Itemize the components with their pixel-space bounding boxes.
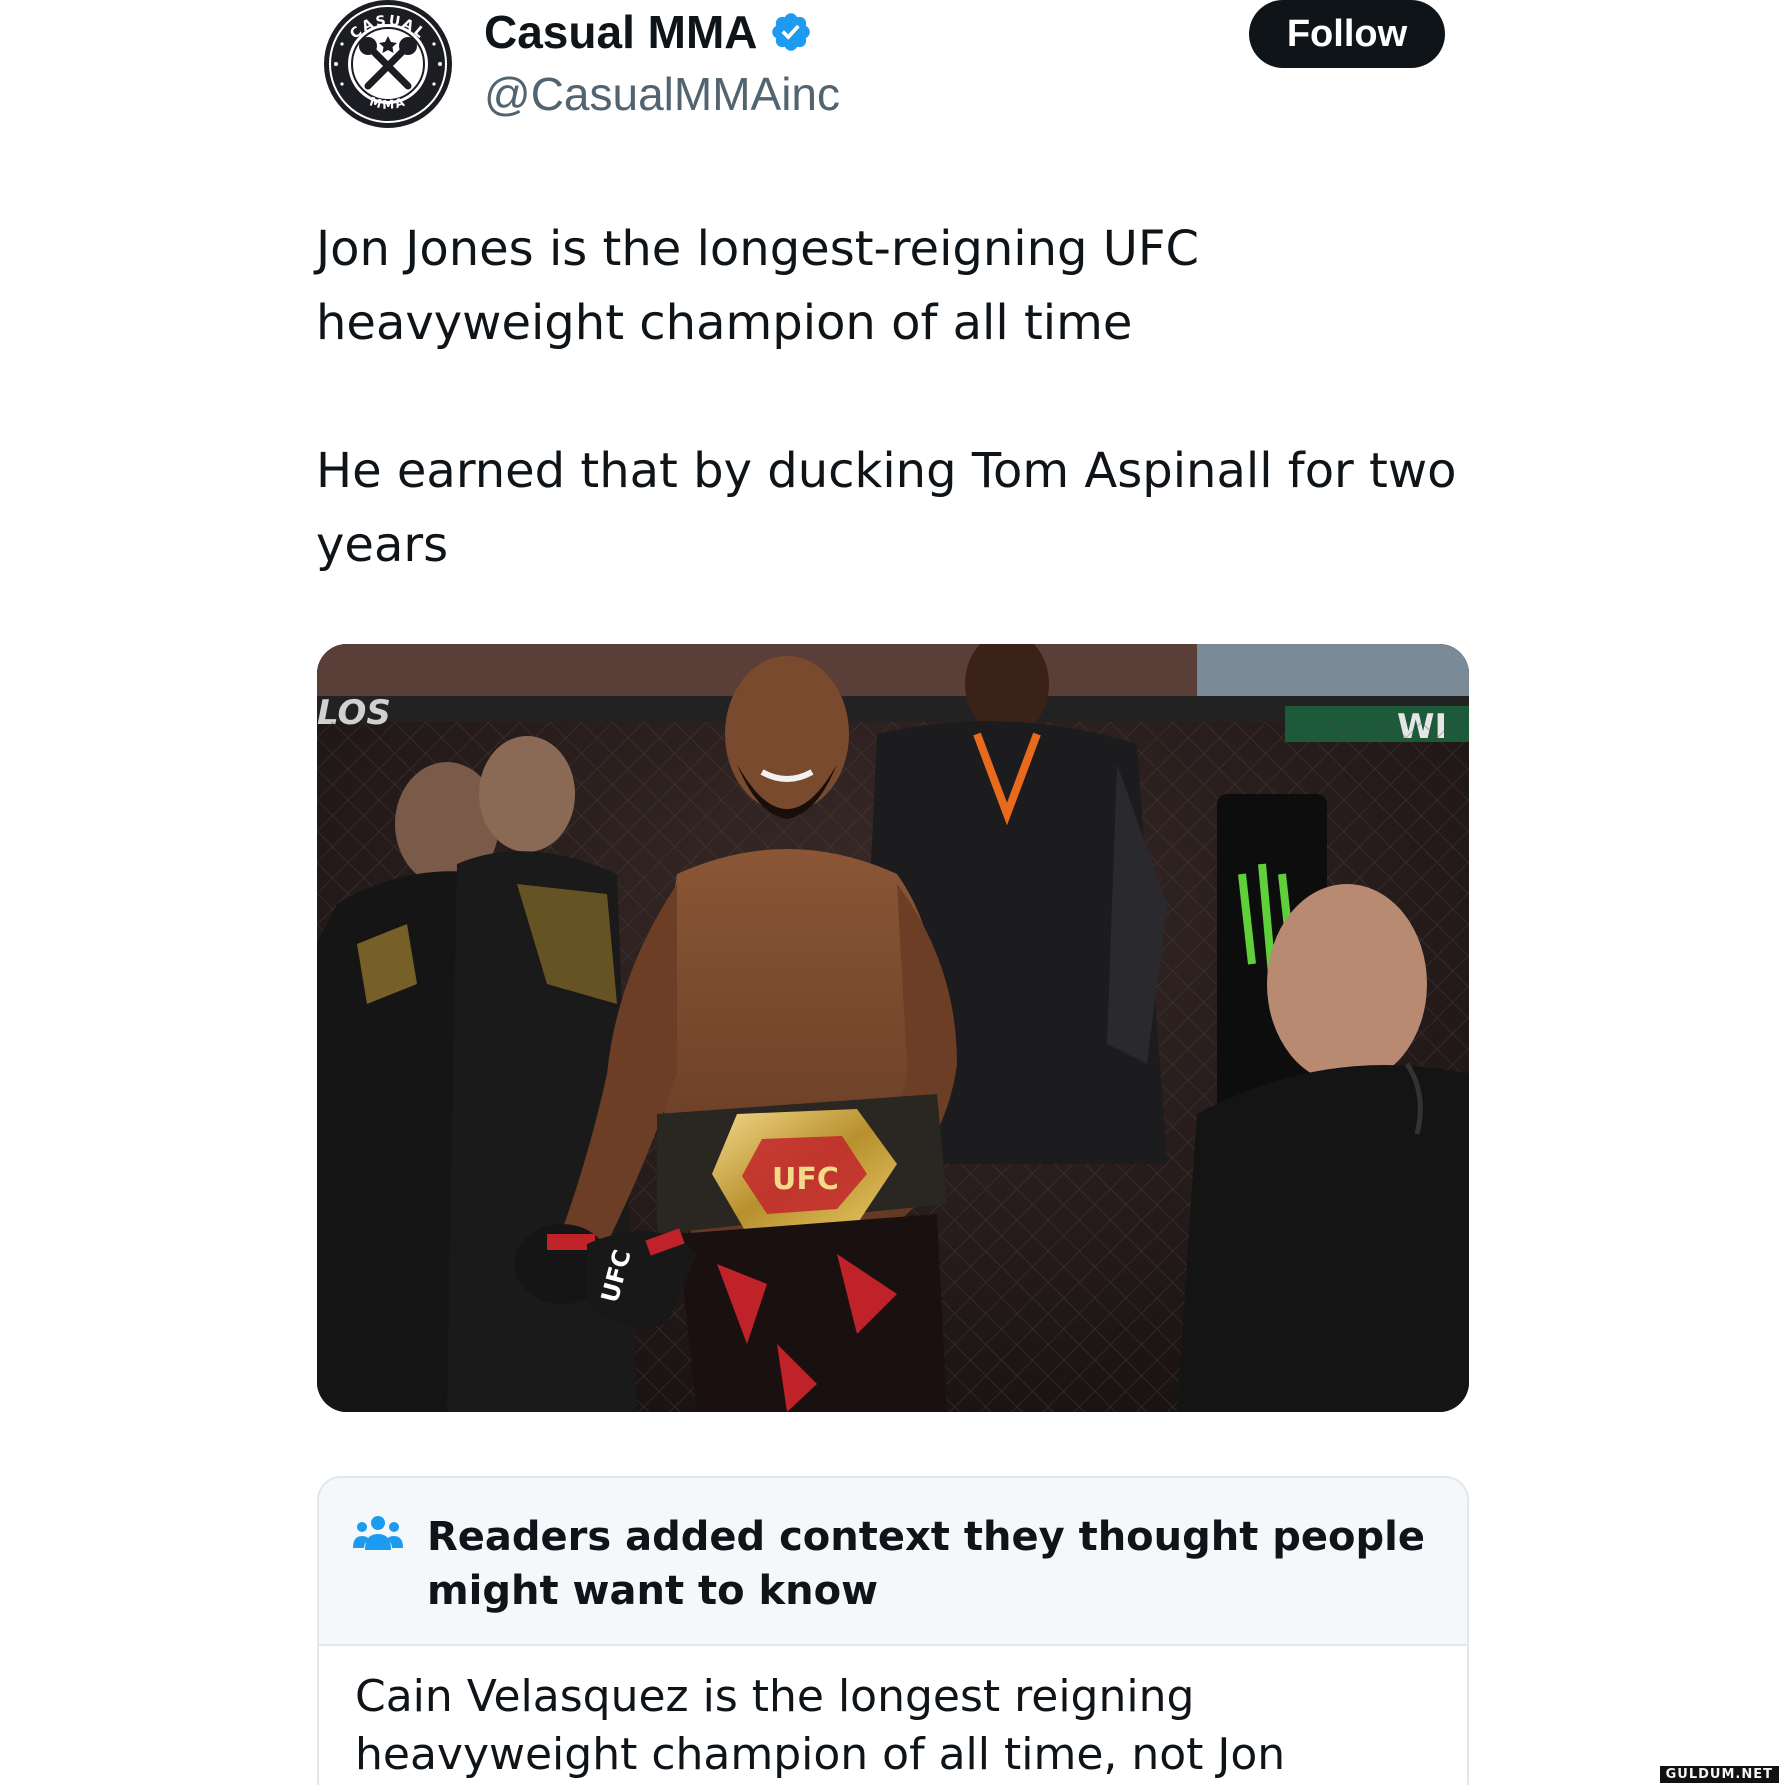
community-note-title: Readers added context they thought peopl… [427,1514,1426,1614]
casual-mma-logo: CASUAL MMA [324,0,452,128]
tweet-paragraph-1: Jon Jones is the longest-reigning UFC he… [316,221,1200,351]
display-name-row[interactable]: Casual MMA [484,6,813,58]
user-handle[interactable]: @CasualMMAinc [484,68,840,120]
tweet-page: CASUAL MMA Casual MMA @CasualMMAinc Foll… [0,0,1785,1785]
people-icon [353,1516,403,1550]
tweet-text: Jon Jones is the longest-reigning UFC he… [316,212,1496,582]
fighter-photo: WI LOS [317,644,1469,1412]
community-note-body: Cain Velasquez is the longest reigning h… [355,1671,1286,1780]
tweet-paragraph-2: He earned that by ducking Tom Aspinall f… [316,443,1457,573]
community-note-header: Readers added context they thought peopl… [319,1478,1467,1646]
community-note: Readers added context they thought peopl… [317,1476,1469,1785]
svg-text:UFC: UFC [772,1162,839,1197]
avatar[interactable]: CASUAL MMA [316,0,460,132]
verified-badge-icon [772,13,811,51]
display-name[interactable]: Casual MMA [484,6,757,58]
follow-button[interactable]: Follow [1249,0,1445,68]
site-watermark: GULDUM.NET [1659,1766,1779,1783]
tweet-photo[interactable]: WI LOS [317,644,1469,1412]
